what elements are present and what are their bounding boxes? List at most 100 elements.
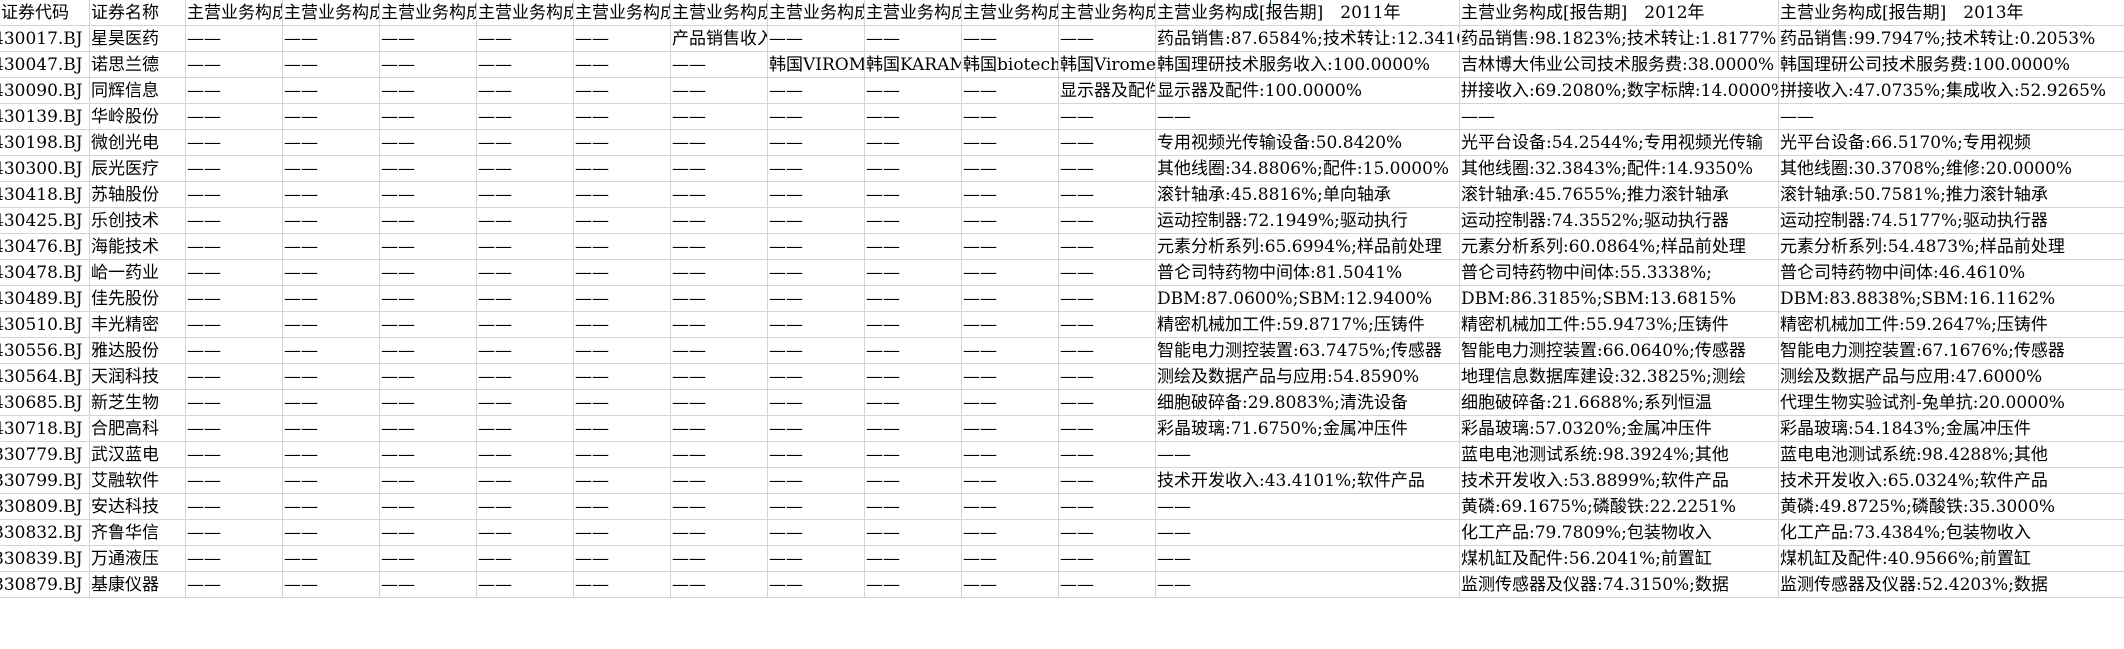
business-cell[interactable]: —— — [865, 182, 962, 208]
business-cell[interactable]: —— — [574, 546, 671, 572]
business-cell[interactable]: —— — [865, 494, 962, 520]
business-cell[interactable]: —— — [283, 208, 380, 234]
business-cell[interactable]: —— — [186, 442, 283, 468]
business-cell[interactable]: —— — [865, 390, 962, 416]
business-cell[interactable]: —— — [865, 468, 962, 494]
business-cell[interactable]: 滚针轴承:45.8816%;单向轴承 — [1156, 182, 1460, 208]
business-cell[interactable]: —— — [962, 572, 1059, 598]
stock-name-cell[interactable]: 基康仪器 — [90, 572, 186, 598]
business-cell[interactable]: —— — [380, 546, 477, 572]
business-cell[interactable]: —— — [477, 312, 574, 338]
business-cell[interactable]: —— — [283, 520, 380, 546]
business-cell[interactable]: —— — [380, 182, 477, 208]
business-cell[interactable]: —— — [283, 364, 380, 390]
business-cell[interactable]: 精密机械加工件:55.9473%;压铸件 — [1460, 312, 1779, 338]
business-cell[interactable]: —— — [671, 494, 768, 520]
business-cell[interactable]: —— — [768, 572, 865, 598]
stock-code-cell[interactable]: 430564.BJ — [0, 364, 90, 390]
business-cell[interactable]: —— — [671, 364, 768, 390]
business-cell[interactable]: —— — [283, 260, 380, 286]
business-cell[interactable]: —— — [1059, 520, 1156, 546]
business-cell[interactable]: —— — [477, 520, 574, 546]
business-cell[interactable]: —— — [186, 416, 283, 442]
business-cell[interactable]: 测绘及数据产品与应用:47.6000% — [1779, 364, 2124, 390]
stock-name-cell[interactable]: 武汉蓝电 — [90, 442, 186, 468]
business-cell[interactable]: —— — [283, 494, 380, 520]
business-cell[interactable]: —— — [186, 338, 283, 364]
stock-code-cell[interactable]: 430047.BJ — [0, 52, 90, 78]
business-cell[interactable]: —— — [574, 130, 671, 156]
business-cell[interactable]: —— — [865, 234, 962, 260]
business-cell[interactable]: —— — [671, 390, 768, 416]
header-cell[interactable]: 证券代码 — [0, 0, 90, 26]
business-cell[interactable]: —— — [1059, 312, 1156, 338]
stock-name-cell[interactable]: 同辉信息 — [90, 78, 186, 104]
business-cell[interactable]: —— — [768, 364, 865, 390]
business-cell[interactable]: DBM:86.3185%;SBM:13.6815% — [1460, 286, 1779, 312]
business-cell[interactable]: —— — [477, 338, 574, 364]
business-cell[interactable]: —— — [1156, 546, 1460, 572]
business-cell[interactable]: —— — [283, 286, 380, 312]
stock-code-cell[interactable]: 430489.BJ — [0, 286, 90, 312]
business-cell[interactable]: —— — [574, 494, 671, 520]
business-cell[interactable]: —— — [574, 234, 671, 260]
business-cell[interactable]: 彩晶玻璃:54.1843%;金属冲压件 — [1779, 416, 2124, 442]
business-cell[interactable]: —— — [283, 468, 380, 494]
stock-name-cell[interactable]: 雅达股份 — [90, 338, 186, 364]
stock-name-cell[interactable]: 新芝生物 — [90, 390, 186, 416]
business-cell[interactable]: —— — [186, 130, 283, 156]
business-cell[interactable]: 精密机械加工件:59.2647%;压铸件 — [1779, 312, 2124, 338]
business-cell[interactable]: 光平台设备:66.5170%;专用视频 — [1779, 130, 2124, 156]
business-cell[interactable]: 显示器及配件 — [1059, 78, 1156, 104]
business-cell[interactable]: —— — [477, 468, 574, 494]
business-cell[interactable]: 药品销售:87.6584%;技术转让:12.3416% — [1156, 26, 1460, 52]
business-cell[interactable]: —— — [671, 208, 768, 234]
stock-name-cell[interactable]: 乐创技术 — [90, 208, 186, 234]
stock-name-cell[interactable]: 星昊医药 — [90, 26, 186, 52]
stock-code-cell[interactable]: 830779.BJ — [0, 442, 90, 468]
business-cell[interactable]: —— — [768, 130, 865, 156]
business-cell[interactable]: —— — [962, 468, 1059, 494]
business-cell[interactable]: 普仑司特药物中间体:55.3338%; — [1460, 260, 1779, 286]
business-cell[interactable]: —— — [283, 78, 380, 104]
business-cell[interactable]: —— — [1059, 364, 1156, 390]
business-cell[interactable]: —— — [768, 234, 865, 260]
spreadsheet-grid[interactable]: 证券代码 证券名称 主营业务构成 主营业务构成 主营业务构成 主营业务构成 主营业务构成 主营… — [0, 0, 2124, 598]
business-cell[interactable]: —— — [671, 572, 768, 598]
stock-code-cell[interactable]: 430425.BJ — [0, 208, 90, 234]
business-cell[interactable]: —— — [768, 468, 865, 494]
business-cell[interactable]: 测绘及数据产品与应用:54.8590% — [1156, 364, 1460, 390]
business-cell[interactable]: —— — [477, 286, 574, 312]
business-cell[interactable]: —— — [283, 338, 380, 364]
header-cell[interactable]: 主营业务构成 — [865, 0, 962, 26]
business-cell[interactable]: 元素分析系列:65.6994%;样品前处理 — [1156, 234, 1460, 260]
business-cell[interactable]: —— — [865, 364, 962, 390]
business-cell[interactable]: —— — [962, 416, 1059, 442]
business-cell[interactable]: —— — [186, 234, 283, 260]
business-cell[interactable]: —— — [1059, 26, 1156, 52]
business-cell[interactable]: 煤机缸及配件:56.2041%;前置缸 — [1460, 546, 1779, 572]
business-cell[interactable]: —— — [768, 208, 865, 234]
business-cell[interactable]: —— — [768, 390, 865, 416]
business-cell[interactable]: —— — [865, 416, 962, 442]
business-cell[interactable]: —— — [1460, 104, 1779, 130]
stock-name-cell[interactable]: 合肥高科 — [90, 416, 186, 442]
business-cell[interactable]: —— — [1779, 104, 2124, 130]
business-cell[interactable]: —— — [283, 234, 380, 260]
business-cell[interactable]: —— — [574, 104, 671, 130]
business-cell[interactable]: —— — [671, 260, 768, 286]
business-cell[interactable]: —— — [962, 338, 1059, 364]
business-cell[interactable]: 拼接收入:69.2080%;数字标牌:14.0000% — [1460, 78, 1779, 104]
stock-code-cell[interactable]: 430139.BJ — [0, 104, 90, 130]
business-cell[interactable]: 韩国KARAMEDI — [865, 52, 962, 78]
stock-code-cell[interactable]: 430718.BJ — [0, 416, 90, 442]
business-cell[interactable]: 滚针轴承:45.7655%;推力滚针轴承 — [1460, 182, 1779, 208]
business-cell[interactable]: 元素分析系列:60.0864%;样品前处理 — [1460, 234, 1779, 260]
business-cell[interactable]: —— — [962, 286, 1059, 312]
business-cell[interactable]: —— — [1059, 234, 1156, 260]
business-cell[interactable]: —— — [380, 156, 477, 182]
stock-code-cell[interactable]: 430476.BJ — [0, 234, 90, 260]
stock-code-cell[interactable]: 830809.BJ — [0, 494, 90, 520]
stock-code-cell[interactable]: 430418.BJ — [0, 182, 90, 208]
business-cell[interactable]: —— — [768, 338, 865, 364]
